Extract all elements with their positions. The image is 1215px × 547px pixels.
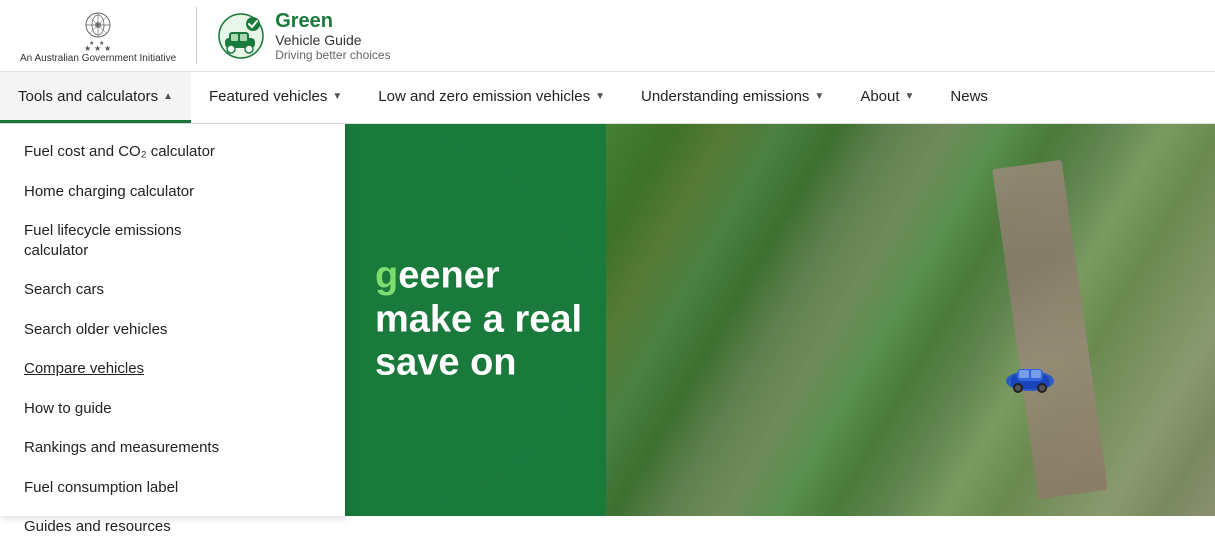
- government-logo: ★ ★ ★ ★ ★ An Australian Government Initi…: [20, 7, 197, 64]
- brand-name-green: Green: [275, 10, 390, 32]
- chevron-down-icon-3: ▼: [814, 91, 824, 102]
- dropdown-item-rankings[interactable]: Rankings and measurements: [0, 428, 345, 468]
- hero-car-icon: [1003, 361, 1058, 393]
- header: ★ ★ ★ ★ ★ An Australian Government Initi…: [0, 0, 1215, 72]
- nav-item-featured[interactable]: Featured vehicles ▼: [191, 72, 360, 123]
- gov-label: An Australian Government Initiative: [20, 53, 176, 64]
- dropdown-panel: Fuel cost and CO₂ calculator Home chargi…: [0, 124, 345, 516]
- dropdown-item-fuel-cost[interactable]: Fuel cost and CO₂ calculator: [0, 132, 345, 172]
- svg-text:★: ★: [104, 44, 111, 51]
- brand-text: Green Vehicle Guide Driving better choic…: [275, 10, 390, 62]
- chevron-up-icon: ▲: [163, 91, 173, 102]
- dropdown-item-search-cars[interactable]: Search cars: [0, 270, 345, 310]
- brand-tagline: Driving better choices: [275, 48, 390, 62]
- nav-label-tools: Tools and calculators: [18, 88, 158, 105]
- dropdown-item-fuel-label[interactable]: Fuel consumption label: [0, 468, 345, 508]
- dropdown-item-compare[interactable]: Compare vehicles: [0, 349, 345, 389]
- nav-label-news: News: [950, 88, 988, 105]
- nav-item-about[interactable]: About ▼: [842, 72, 932, 123]
- nav-item-understanding[interactable]: Understanding emissions ▼: [623, 72, 842, 123]
- svg-text:★: ★: [99, 40, 104, 47]
- dropdown-item-home-charging[interactable]: Home charging calculator: [0, 172, 345, 212]
- main-nav: Tools and calculators ▲ Featured vehicle…: [0, 72, 1215, 124]
- hero-line-3: save on: [375, 342, 750, 386]
- brand-logo: Green Vehicle Guide Driving better choic…: [217, 10, 390, 62]
- dropdown-item-fuel-lifecycle[interactable]: Fuel lifecycle emissionscalculator: [0, 211, 345, 270]
- nav-label-understanding: Understanding emissions: [641, 88, 809, 105]
- svg-text:★: ★: [89, 40, 94, 47]
- nav-item-news[interactable]: News: [932, 72, 1006, 123]
- chevron-down-icon-2: ▼: [595, 91, 605, 102]
- hero-line-1: geener: [375, 254, 750, 298]
- dropdown-item-how-to[interactable]: How to guide: [0, 389, 345, 429]
- chevron-down-icon-4: ▼: [905, 91, 915, 102]
- hero-section: geener make a real save on: [345, 124, 1215, 516]
- nav-label-featured: Featured vehicles: [209, 88, 327, 105]
- main-content: Fuel cost and CO₂ calculator Home chargi…: [0, 124, 1215, 516]
- nav-item-low-emission[interactable]: Low and zero emission vehicles ▼: [360, 72, 623, 123]
- brand-name-vehicle: Vehicle Guide: [275, 32, 390, 48]
- dropdown-item-search-older[interactable]: Search older vehicles: [0, 310, 345, 350]
- crest-icon: ★ ★ ★ ★ ★: [76, 7, 120, 51]
- chevron-down-icon: ▼: [332, 91, 342, 102]
- nav-label-low-emission: Low and zero emission vehicles: [378, 88, 590, 105]
- hero-line-2: make a real: [375, 298, 750, 342]
- brand-icon: [217, 12, 265, 60]
- nav-label-about: About: [860, 88, 899, 105]
- nav-item-tools[interactable]: Tools and calculators ▲: [0, 72, 191, 123]
- hero-text-overlay: geener make a real save on: [345, 234, 780, 405]
- hero-headline: geener make a real save on: [375, 254, 750, 385]
- dropdown-item-guides[interactable]: Guides and resources: [0, 507, 345, 547]
